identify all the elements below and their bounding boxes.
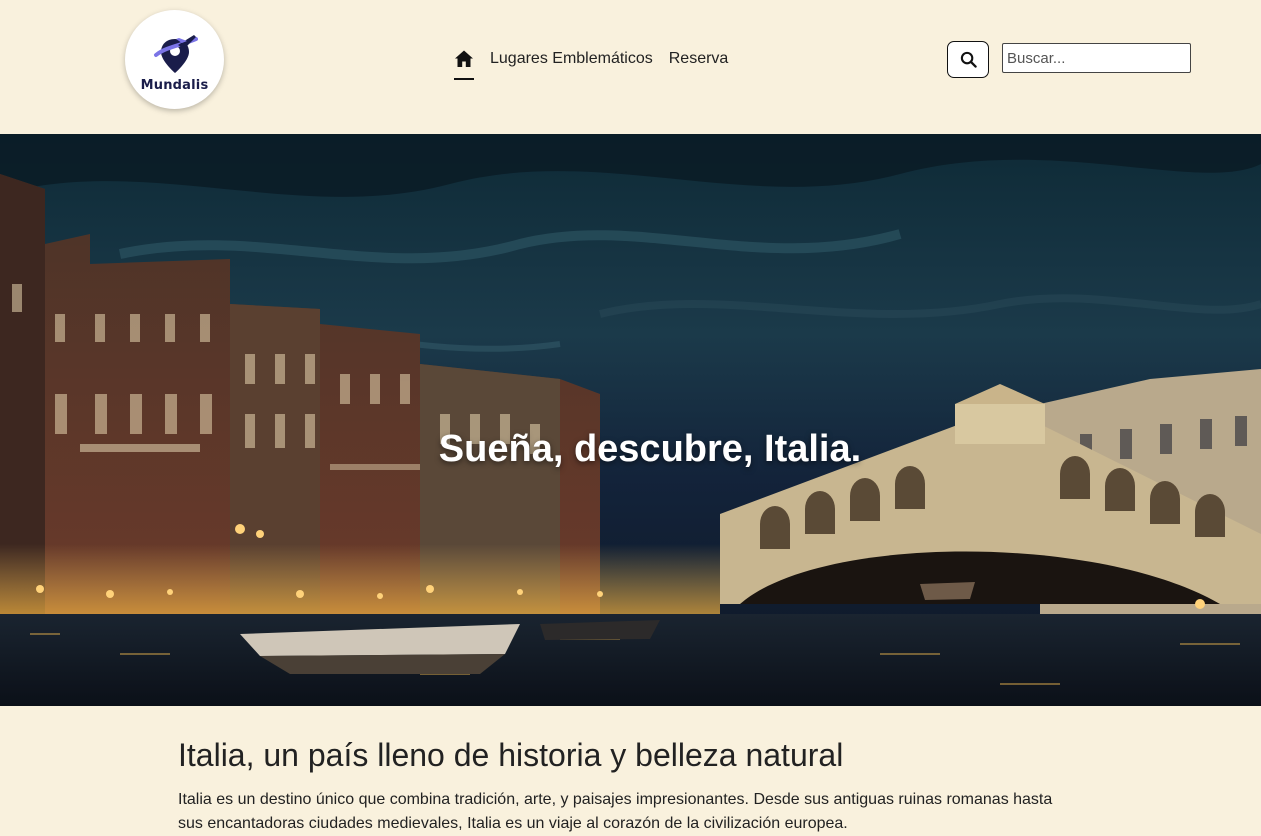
nav-link-reserva[interactable]: Reserva: [669, 46, 729, 72]
logo-plane-pin-icon: [153, 34, 198, 73]
hero-title: Sueña, descubre, Italia.: [438, 428, 862, 470]
nav-active-indicator: [454, 78, 474, 80]
intro-section: Italia, un país lleno de historia y bell…: [178, 706, 1078, 836]
site-header: Mundalis Lugares Emblemáticos Reserva: [0, 0, 1261, 134]
brand-name: Mundalis: [140, 77, 209, 93]
intro-heading: Italia, un país lleno de historia y bell…: [178, 737, 844, 773]
nav-home[interactable]: [453, 46, 475, 82]
search-button[interactable]: [947, 41, 989, 78]
search-icon: [960, 51, 977, 68]
brand-logo[interactable]: Mundalis: [125, 10, 224, 109]
nav-link-lugares[interactable]: Lugares Emblemáticos: [490, 46, 653, 72]
hero-venice-image: [0, 134, 1261, 706]
main-nav: Lugares Emblemáticos Reserva: [453, 46, 728, 86]
intro-text: Italia es un destino único que combina t…: [178, 791, 1053, 832]
search-input[interactable]: [1002, 43, 1191, 73]
hero-banner: Sueña, descubre, Italia.: [0, 134, 1261, 706]
home-icon: [455, 50, 473, 67]
